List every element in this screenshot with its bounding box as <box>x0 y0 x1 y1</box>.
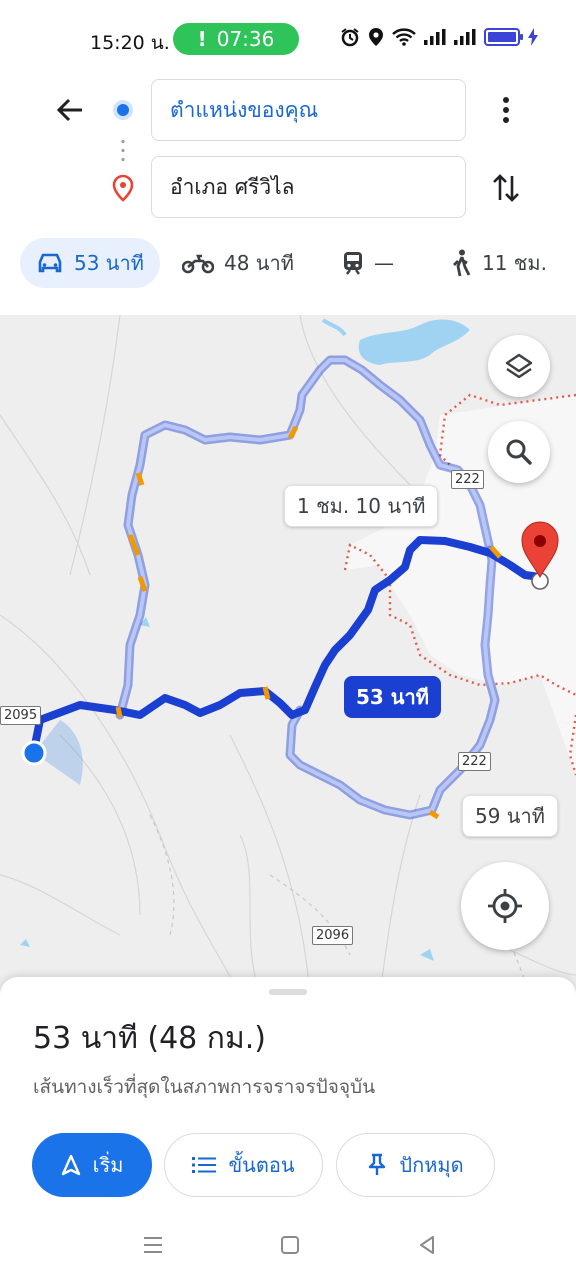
map-view[interactable]: 222 222 2095 2096 1 ชม. 10 นาที 53 นาที … <box>0 315 576 995</box>
start-label: เริ่ม <box>92 1153 124 1177</box>
swap-vert-icon <box>493 174 519 202</box>
layers-icon <box>505 353 533 379</box>
lake-shape <box>358 319 470 365</box>
mode-walk[interactable]: 11 ชม. <box>450 238 547 288</box>
my-location-icon <box>488 889 522 923</box>
train-icon <box>344 252 362 275</box>
route-summary: 53 นาที (48 กม.) <box>33 1021 266 1056</box>
signal-icon <box>454 29 476 45</box>
call-indicator: ! <box>197 27 207 51</box>
car-icon <box>38 253 62 273</box>
origin-field[interactable]: ตำแหน่งของคุณ <box>151 79 466 141</box>
road-shield-2095: 2095 <box>0 706 42 725</box>
recents-button[interactable] <box>139 1233 167 1257</box>
more-options-button[interactable] <box>490 90 522 130</box>
road-shield-222: 222 <box>458 752 491 771</box>
start-button[interactable]: เริ่ม <box>32 1133 152 1197</box>
swap-button[interactable] <box>486 168 526 208</box>
route-subtitle: เส้นทางเร็วที่สุดในสภาพการจราจรปัจจุบัน <box>33 1076 376 1098</box>
status-time: 15:20 น. <box>90 32 170 54</box>
my-location-button[interactable] <box>461 862 549 950</box>
menu-icon <box>144 1237 162 1253</box>
mode-car[interactable]: 53 นาที <box>20 238 160 288</box>
sheet-drag-handle[interactable] <box>269 989 307 995</box>
wifi-icon <box>392 28 416 46</box>
back-button[interactable] <box>50 90 90 130</box>
origin-dot-icon <box>113 100 133 120</box>
steps-label: ขั้นตอน <box>228 1153 295 1177</box>
home-square-icon <box>281 1236 299 1254</box>
mode-transit[interactable]: — <box>342 238 394 288</box>
battery-icon <box>484 28 523 46</box>
route-label-main[interactable]: 53 นาที <box>344 676 441 718</box>
pin-button[interactable]: ปักหมุด <box>336 1133 495 1197</box>
status-icons <box>340 27 538 47</box>
mode-transit-label: — <box>374 251 394 275</box>
search-icon <box>506 439 532 465</box>
destination-pin-icon <box>111 174 135 206</box>
location-icon <box>369 28 383 46</box>
destination-field[interactable]: อำเภอ ศรีวิไล <box>151 156 466 218</box>
route-connector <box>121 137 125 163</box>
mode-motorcycle[interactable]: 48 นาที <box>182 238 294 288</box>
back-nav-button[interactable] <box>413 1233 441 1257</box>
signal-icon <box>424 29 446 45</box>
charging-icon <box>528 28 538 46</box>
pushpin-icon <box>369 1153 386 1175</box>
mode-car-label: 53 นาที <box>74 251 144 275</box>
road-shield-2096: 2096 <box>312 926 354 945</box>
pin-label: ปักหมุด <box>399 1153 464 1177</box>
road-shield-222: 222 <box>451 470 484 489</box>
current-location-dot <box>21 740 47 766</box>
call-timer: 07:36 <box>216 27 275 51</box>
home-button[interactable] <box>276 1233 304 1257</box>
layers-button[interactable] <box>488 335 550 397</box>
arrow-back-icon <box>56 98 82 122</box>
system-nav-bar <box>0 1225 576 1265</box>
alarm-icon <box>341 28 359 47</box>
travel-modes: 53 นาที 48 นาที — 11 ชม. <box>0 234 576 294</box>
back-triangle-icon <box>420 1236 434 1254</box>
mode-walk-label: 11 ชม. <box>482 251 547 275</box>
mode-motorcycle-label: 48 นาที <box>224 251 294 275</box>
search-along-route-button[interactable] <box>488 421 550 483</box>
more-vert-icon <box>503 97 509 123</box>
route-label-alt-north[interactable]: 1 ชม. 10 นาที <box>284 485 439 527</box>
list-icon <box>192 1157 217 1173</box>
navigation-icon <box>61 1154 80 1176</box>
status-bar: 15:20 น. ! 07:36 <box>0 0 576 70</box>
motorcycle-icon <box>182 254 214 274</box>
walk-icon <box>453 249 471 277</box>
steps-button[interactable]: ขั้นตอน <box>164 1133 323 1197</box>
route-label-alt-south[interactable]: 59 นาที <box>462 795 558 837</box>
call-timer-pill[interactable]: ! 07:36 <box>173 23 299 55</box>
